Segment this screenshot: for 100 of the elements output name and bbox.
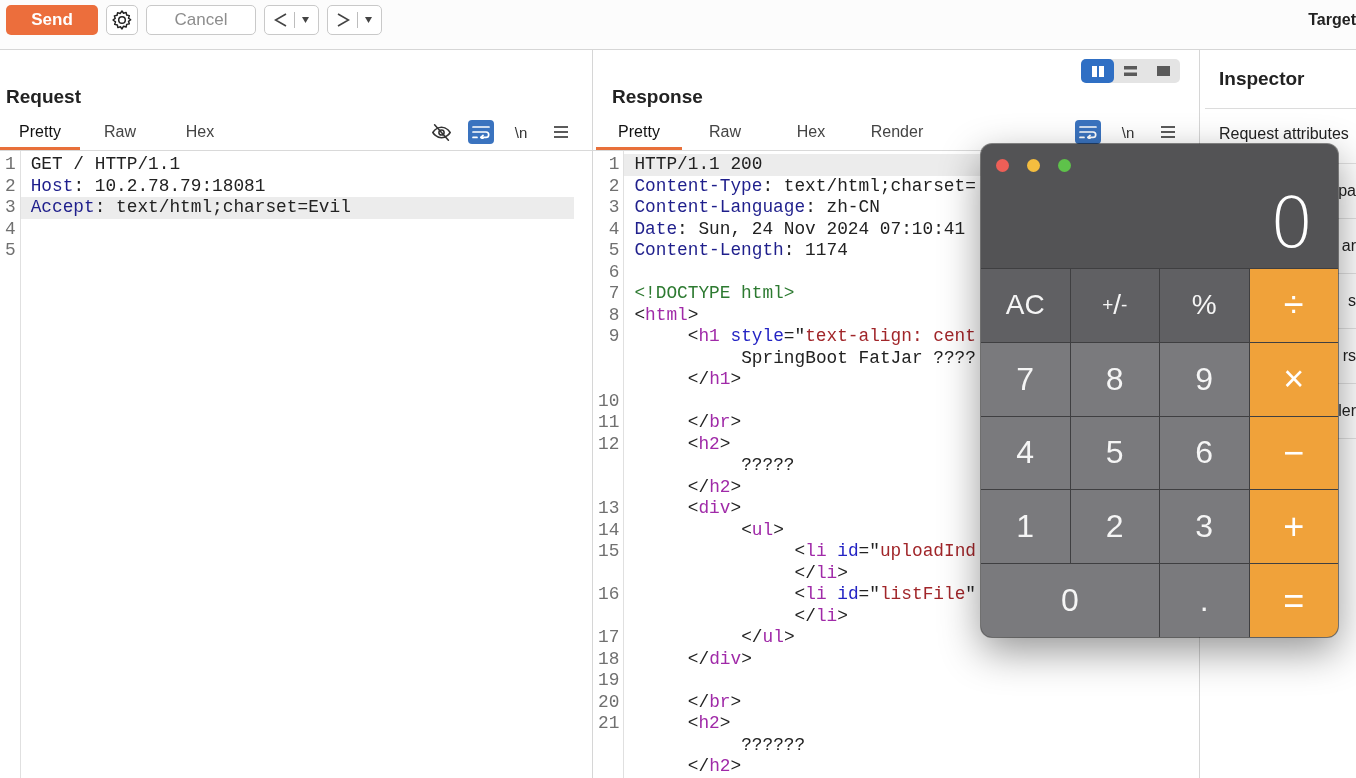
calculator-key[interactable]: 3 [1160, 490, 1249, 564]
code-line: Content-Length: 1174 [634, 240, 848, 262]
calculator-key[interactable]: 8 [1070, 342, 1159, 416]
code-line: <li id="uploadInd [794, 541, 976, 563]
calculator-key[interactable]: . [1160, 564, 1249, 637]
line-number: 4 [608, 218, 620, 239]
line-number: 5 [5, 240, 16, 260]
code-line: </br> [687, 691, 742, 713]
line-number: 18 [598, 648, 620, 669]
wrap-button[interactable] [1075, 120, 1101, 144]
eye-slash-icon [430, 122, 452, 142]
calculator-key[interactable]: 4 [981, 416, 1070, 490]
code-line: <html> [634, 304, 699, 326]
line-number: 2 [5, 175, 16, 196]
line-number: 16 [598, 584, 620, 604]
code-line: </li> [794, 605, 848, 627]
panel-title: Response [612, 86, 703, 109]
code-line: <h2> [687, 713, 731, 735]
line-number: 14 [598, 519, 620, 540]
tab[interactable]: Hex [160, 114, 240, 150]
line-number: 12 [598, 433, 620, 454]
calculator-key[interactable]: 5 [1070, 416, 1159, 490]
line-number: 2 [608, 175, 620, 196]
calculator-key[interactable]: 0 [981, 564, 1159, 637]
line-number: 17 [598, 627, 620, 647]
tab[interactable]: Raw [80, 114, 160, 150]
line-number: 15 [598, 541, 620, 561]
layout-button[interactable] [1081, 59, 1114, 83]
newline-button[interactable]: \n [1115, 120, 1141, 144]
calculator-display: 0 [1269, 188, 1314, 258]
target-label: Target [1308, 10, 1356, 30]
settings-icon [111, 9, 133, 31]
rows-icon [1124, 66, 1137, 76]
tab[interactable]: Pretty [0, 114, 80, 150]
inspector-section[interactable]: Request attributes [1219, 124, 1349, 143]
panel-title: Request [6, 86, 81, 109]
inspector-section[interactable]: ar [1341, 237, 1356, 255]
line-number: 10 [598, 390, 620, 411]
code-line: Date: Sun, 24 Nov 2024 07:10:41 [634, 218, 966, 240]
code-line: ????? [741, 455, 795, 477]
forward-button[interactable] [327, 5, 382, 35]
inspector-section[interactable]: ler [1338, 402, 1356, 420]
code-line: <h2> [687, 433, 731, 455]
caret-down-icon [302, 17, 309, 23]
back-button[interactable] [264, 5, 319, 35]
code-line: <!DOCTYPE html> [634, 283, 795, 305]
inspector-title: Inspector [1219, 68, 1305, 90]
line-number: 8 [608, 304, 620, 325]
send-button[interactable]: Send [6, 5, 98, 35]
inspector-section[interactable]: s [1348, 292, 1356, 310]
line-number: 21 [598, 713, 620, 733]
code-line: <h1 style="text-align: cent [687, 326, 976, 348]
line-number: 3 [5, 197, 16, 217]
code-line: ?????? [741, 734, 806, 756]
line-number: 1 [608, 154, 620, 174]
chevron-left-icon [274, 13, 287, 27]
maximize-icon[interactable] [1058, 158, 1071, 172]
code-line: <li id="listFile" [794, 584, 976, 606]
tab[interactable]: Render [854, 114, 940, 150]
inspector-section[interactable]: rs [1342, 347, 1356, 365]
calculator-key[interactable]: 6 [1160, 416, 1249, 490]
line-number: 20 [598, 691, 620, 712]
code-line: </br> [687, 412, 742, 434]
calculator-key[interactable]: % [1160, 269, 1249, 342]
code-line: </li> [794, 562, 848, 584]
inspector-section[interactable]: pa [1338, 182, 1356, 200]
newline-button[interactable]: \n [508, 120, 534, 144]
menu-icon [1161, 126, 1175, 138]
columns-icon [1091, 65, 1104, 77]
line-number: 5 [608, 240, 620, 260]
chevron-right-icon [337, 13, 350, 27]
line-number: 6 [608, 261, 620, 282]
text-wrap-icon [472, 125, 490, 139]
code-line: Content-Language: zh-CN [634, 197, 880, 219]
line-number: 9 [608, 326, 620, 346]
code-line: SpringBoot FatJar ???? [741, 347, 976, 369]
code-line: </h2> [687, 756, 742, 778]
tab[interactable]: Pretty [596, 114, 682, 150]
code-line: GET / HTTP/1.1 [30, 154, 181, 176]
code-line: </h1> [687, 369, 742, 391]
minimize-icon[interactable] [1027, 158, 1040, 172]
caret-down-icon [365, 17, 372, 23]
calculator-key[interactable]: 1 [981, 490, 1070, 564]
line-number: 19 [598, 670, 620, 690]
line-number: 11 [598, 412, 620, 432]
code-line: <div> [687, 498, 742, 520]
text-wrap-icon [1079, 125, 1097, 139]
calculator-key[interactable]: 9 [1160, 342, 1249, 416]
code-line: <ul> [741, 519, 784, 541]
code-line: </h2> [687, 476, 742, 498]
tab[interactable]: Hex [768, 114, 854, 150]
tab[interactable]: Raw [682, 114, 768, 150]
calculator-key[interactable]: AC [981, 269, 1070, 342]
wrap-button[interactable] [468, 120, 494, 144]
line-number: 7 [608, 283, 620, 303]
calculator-key[interactable]: 2 [1070, 490, 1159, 564]
calculator-key[interactable]: 7 [981, 342, 1070, 416]
settings-button[interactable] [106, 5, 138, 35]
code-line: Content-Type: text/html;charset= [634, 175, 976, 197]
line-number: 13 [598, 498, 620, 518]
